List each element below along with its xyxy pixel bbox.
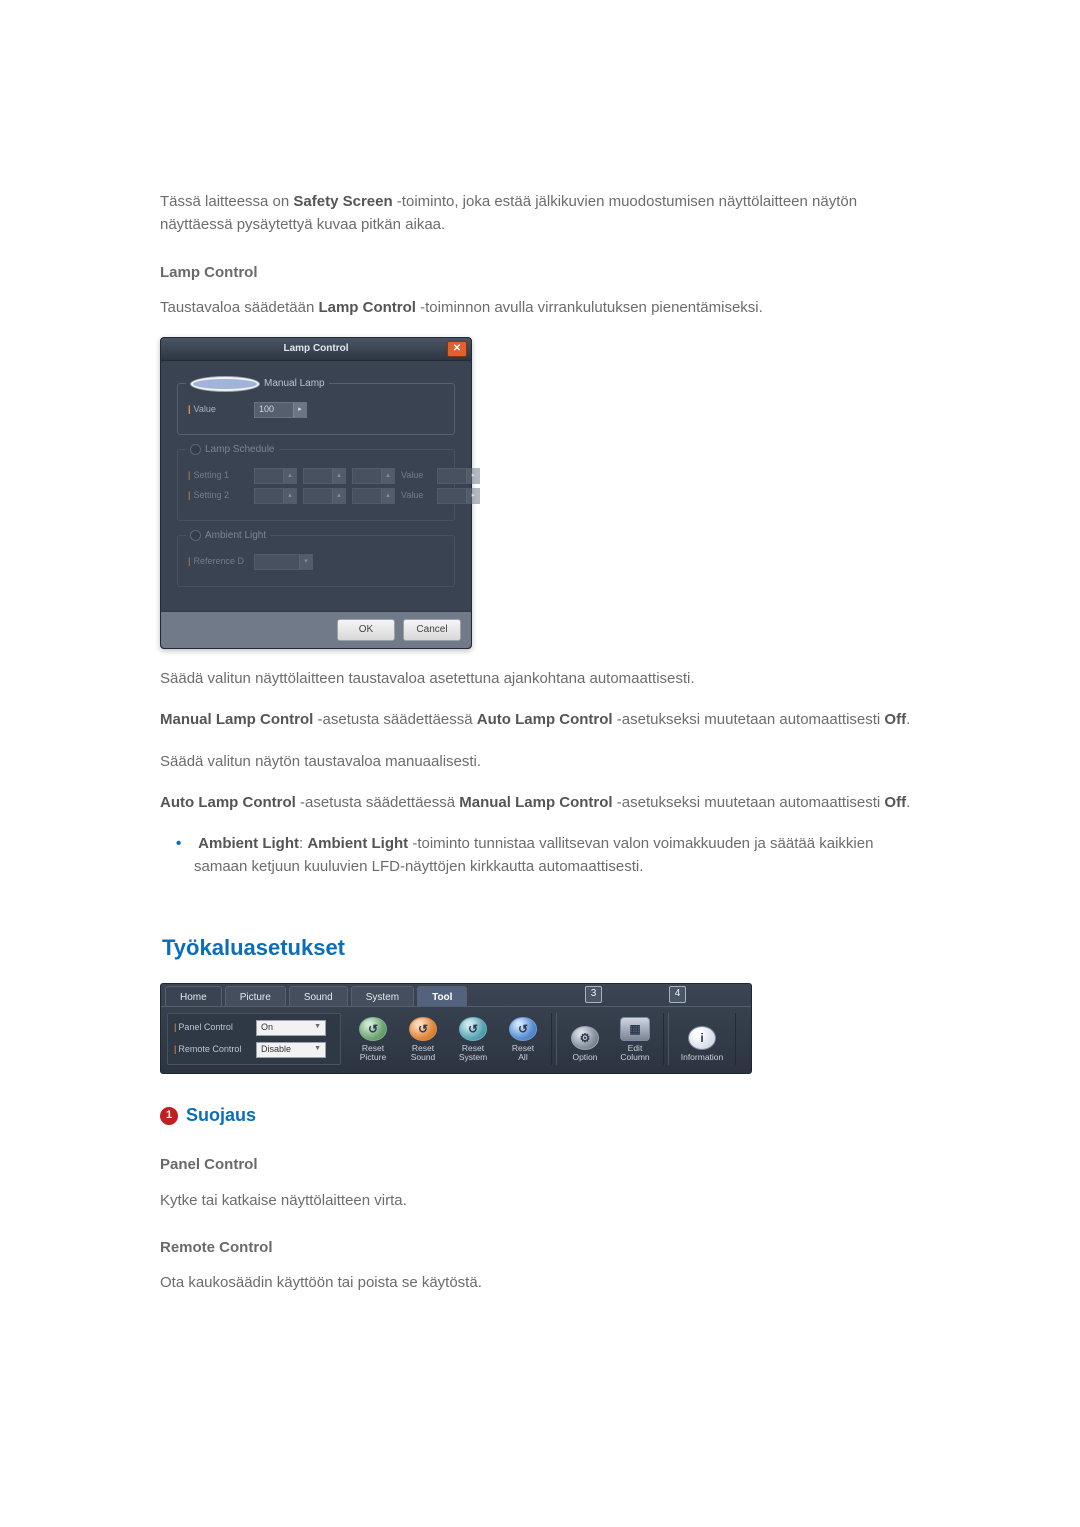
lamp-p3: Manual Lamp Control -asetusta säädettäes… [160, 708, 920, 731]
manual-value-label: Value [194, 404, 216, 414]
remote-control-heading: Remote Control [160, 1236, 920, 1259]
manual-lamp-legend: Manual Lamp [264, 376, 325, 392]
lamp-p2: Säädä valitun näyttölaitteen taustavaloa… [160, 667, 920, 690]
panel-control-label: Panel Control [178, 1022, 233, 1032]
security-panel: |Panel Control On▼ |Remote Control Disab… [167, 1013, 341, 1065]
security-number-badge: 1 [160, 1107, 178, 1125]
information-button[interactable]: i Information [673, 1013, 731, 1065]
option-icon: ⚙ [571, 1026, 599, 1050]
intro-paragraph: Tässä laitteessa on Safety Screen -toimi… [160, 190, 920, 237]
intro-safety-screen: Safety Screen [293, 193, 392, 210]
lamp-p5: Auto Lamp Control -asetusta säädettäessä… [160, 791, 920, 814]
tool-ribbon: 1 2 3 4 Home Picture Sound System Tool |… [160, 983, 752, 1074]
reset-sound-button[interactable]: ↺ ResetSound [399, 1013, 447, 1065]
tab-system[interactable]: System [351, 986, 414, 1006]
manual-lamp-fieldset: Manual Lamp |Value 100 ▸ [177, 383, 455, 435]
ambient-light-bullet: Ambient Light: Ambient Light -toiminto t… [194, 832, 920, 879]
panel-control-select[interactable]: On▼ [256, 1020, 326, 1036]
remote-control-label: Remote Control [178, 1044, 241, 1054]
dialog-title: Lamp Control [284, 341, 349, 357]
cancel-button[interactable]: Cancel [403, 619, 461, 641]
ambient-light-legend: Ambient Light [205, 528, 266, 544]
reset-picture-button[interactable]: ↺ ResetPicture [349, 1013, 397, 1065]
edit-column-button[interactable]: ▦ EditColumn [611, 1013, 659, 1065]
reset-system-icon: ↺ [459, 1017, 487, 1041]
ambient-ref-select[interactable]: ▾ [254, 554, 313, 570]
reset-sound-icon: ↺ [409, 1017, 437, 1041]
manual-value-spinner[interactable]: 100 ▸ [254, 402, 307, 418]
ambient-light-fieldset: Ambient Light |Reference D ▾ [177, 535, 455, 587]
chevron-down-icon: ▼ [314, 1022, 321, 1033]
lamp-control-dialog: Lamp Control ✕ Manual Lamp |Value 100 ▸ … [160, 337, 472, 649]
option-button[interactable]: ⚙ Option [561, 1013, 609, 1065]
information-icon: i [688, 1026, 716, 1050]
lamp-schedule-fieldset: Lamp Schedule |Setting 1 ▴ ▴ ▴ Value ▸ |… [177, 449, 455, 521]
edit-column-icon: ▦ [620, 1017, 650, 1041]
manual-value: 100 [255, 403, 293, 417]
ok-button[interactable]: OK [337, 619, 395, 641]
spinner-arrow-icon[interactable]: ▸ [293, 403, 306, 417]
lamp-p4: Säädä valitun näytön taustavaloa manuaal… [160, 750, 920, 773]
tab-tool[interactable]: Tool [417, 986, 467, 1006]
intro-a: Tässä laitteessa on [160, 193, 293, 210]
tab-sound[interactable]: Sound [289, 986, 348, 1006]
tool-settings-heading: Työkaluasetukset [162, 931, 920, 965]
lamp-schedule-radio[interactable] [190, 444, 201, 455]
lamp-schedule-legend: Lamp Schedule [205, 442, 275, 458]
lamp-desc: Taustavaloa säädetään Lamp Control -toim… [160, 296, 920, 319]
tab-picture[interactable]: Picture [225, 986, 286, 1006]
remote-control-desc: Ota kaukosäädin käyttöön tai poista se k… [160, 1271, 920, 1294]
panel-control-desc: Kytke tai katkaise näyttölaitteen virta. [160, 1189, 920, 1212]
reset-picture-icon: ↺ [359, 1017, 387, 1041]
ambient-light-radio[interactable] [190, 530, 201, 541]
reset-all-icon: ↺ [509, 1017, 537, 1041]
tab-home[interactable]: Home [165, 986, 222, 1006]
reset-all-button[interactable]: ↺ ResetAll [499, 1013, 547, 1065]
chevron-down-icon: ▼ [314, 1044, 321, 1055]
security-heading: 1 Suojaus [160, 1102, 920, 1130]
reset-system-button[interactable]: ↺ ResetSystem [449, 1013, 497, 1065]
dialog-titlebar[interactable]: Lamp Control ✕ [161, 338, 471, 361]
callout-3: 3 [585, 986, 602, 1003]
close-icon[interactable]: ✕ [447, 341, 467, 357]
lamp-control-heading: Lamp Control [160, 261, 920, 284]
remote-control-select[interactable]: Disable▼ [256, 1042, 326, 1058]
manual-lamp-radio[interactable] [190, 376, 260, 392]
panel-control-heading: Panel Control [160, 1153, 920, 1176]
callout-4: 4 [669, 986, 686, 1003]
